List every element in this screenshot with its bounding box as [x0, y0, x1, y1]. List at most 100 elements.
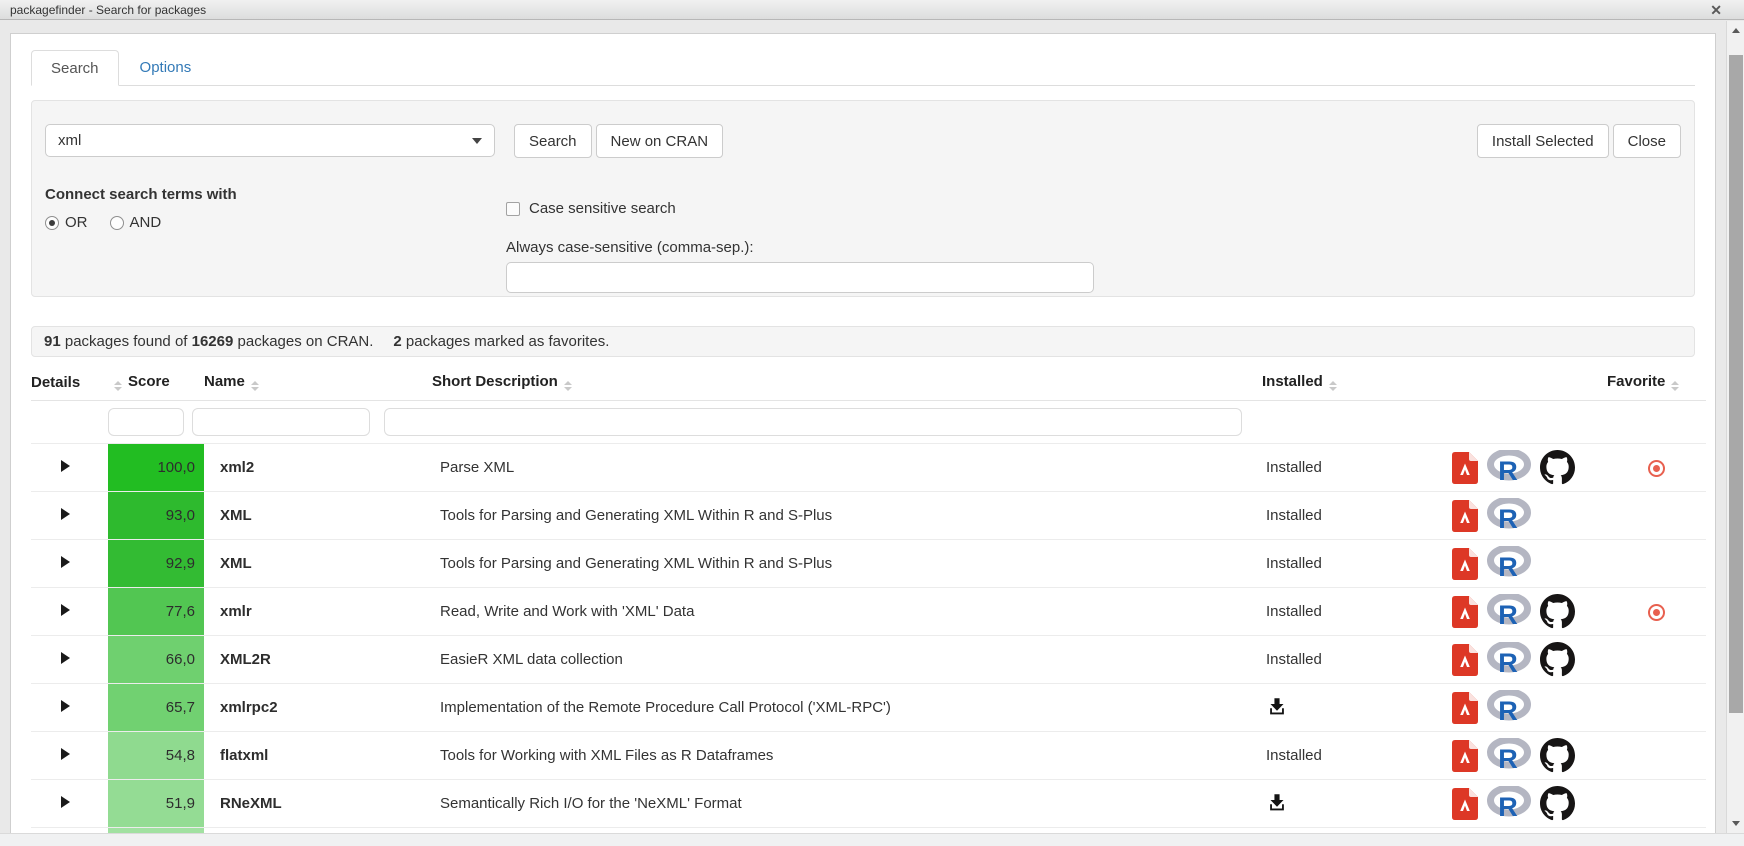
tab-search[interactable]: Search — [31, 50, 119, 86]
column-header-details[interactable]: Details — [31, 362, 108, 401]
search-button[interactable]: Search — [514, 124, 592, 158]
expand-details-icon[interactable] — [61, 508, 70, 520]
svg-text:R: R — [1498, 792, 1518, 821]
r-project-icon[interactable]: R — [1487, 642, 1531, 677]
packagefinder-panel: Search Options xml Search New on CRAN In… — [10, 33, 1716, 833]
sort-icon[interactable] — [114, 381, 122, 391]
column-header-icons — [1452, 362, 1607, 401]
score-value: 92,9 — [166, 555, 195, 572]
installed-status: Installed — [1266, 603, 1322, 620]
radio-or[interactable] — [45, 216, 59, 230]
github-icon[interactable] — [1540, 594, 1575, 629]
name-filter-input[interactable] — [192, 408, 370, 436]
expand-details-icon[interactable] — [61, 796, 70, 808]
pdf-manual-icon[interactable] — [1452, 452, 1478, 484]
package-name: XML — [204, 492, 432, 540]
favorite-marker[interactable] — [1648, 604, 1665, 621]
scroll-up-button[interactable] — [1727, 22, 1744, 39]
column-header-favorite[interactable]: Favorite — [1607, 362, 1706, 401]
github-icon[interactable] — [1540, 642, 1575, 677]
radio-and[interactable] — [110, 216, 124, 230]
package-row: 93,0 XML Tools for Parsing and Generatin… — [31, 492, 1706, 540]
pdf-manual-icon[interactable] — [1452, 692, 1478, 724]
score-value: 65,7 — [166, 699, 195, 716]
browser-viewport: Search Options xml Search New on CRAN In… — [0, 21, 1726, 833]
new-on-cran-button[interactable]: New on CRAN — [596, 124, 724, 158]
search-term-value: xml — [58, 132, 81, 149]
always-case-input[interactable] — [506, 262, 1094, 293]
pdf-manual-icon[interactable] — [1452, 548, 1478, 580]
package-description: Semantically Rich I/O for the 'NeXML' Fo… — [432, 780, 1262, 828]
column-header-name[interactable]: Name — [204, 362, 432, 401]
radio-or-label: OR — [65, 214, 88, 231]
close-icon[interactable]: ✕ — [1710, 3, 1722, 17]
close-button[interactable]: Close — [1613, 124, 1681, 158]
package-description: Implementation of the Remote Procedure C… — [432, 684, 1262, 732]
package-row: 77,6 xmlr Read, Write and Work with 'XML… — [31, 588, 1706, 636]
installed-status: Installed — [1266, 747, 1322, 764]
sort-icon[interactable] — [251, 381, 259, 391]
expand-details-icon[interactable] — [61, 700, 70, 712]
r-project-icon[interactable]: R — [1487, 594, 1531, 629]
case-sensitive-label: Case sensitive search — [529, 200, 676, 217]
score-value: 54,8 — [166, 747, 195, 764]
r-project-icon[interactable]: R — [1487, 690, 1531, 725]
vertical-scrollbar[interactable] — [1726, 21, 1744, 833]
github-icon[interactable] — [1540, 738, 1575, 773]
vertical-scrollbar-thumb[interactable] — [1729, 55, 1743, 713]
r-project-icon[interactable]: R — [1487, 546, 1531, 581]
package-description: Tools for Parsing and Generating XML Wit… — [432, 540, 1262, 588]
window-titlebar: packagefinder - Search for packages ✕ — [0, 0, 1744, 20]
expand-details-icon[interactable] — [61, 652, 70, 664]
package-name: xml2 — [204, 444, 432, 492]
pdf-manual-icon[interactable] — [1452, 644, 1478, 676]
chevron-down-icon — [472, 138, 482, 144]
result-status-bar: 91 packages found of 16269 packages on C… — [31, 326, 1695, 357]
pdf-manual-icon[interactable] — [1452, 500, 1478, 532]
expand-details-icon[interactable] — [61, 748, 70, 760]
pdf-manual-icon[interactable] — [1452, 740, 1478, 772]
window-title: packagefinder - Search for packages — [10, 3, 206, 17]
r-project-icon[interactable]: R — [1487, 786, 1531, 821]
pdf-manual-icon[interactable] — [1452, 596, 1478, 628]
column-header-installed[interactable]: Installed — [1262, 362, 1452, 401]
installed-status: Installed — [1266, 651, 1322, 668]
favorite-marker[interactable] — [1648, 460, 1665, 477]
score-badge: 100,0 — [108, 444, 204, 491]
sort-icon[interactable] — [1671, 381, 1679, 391]
case-sensitivity-group: Case sensitive search Always case-sensit… — [506, 200, 1106, 293]
r-project-icon[interactable]: R — [1487, 738, 1531, 773]
package-name: XML — [204, 540, 432, 588]
column-header-score[interactable]: Score — [108, 362, 204, 401]
package-description: Read, Write and Work with 'XML' Data — [432, 588, 1262, 636]
score-badge: 92,9 — [108, 540, 204, 587]
github-icon[interactable] — [1540, 450, 1575, 485]
r-project-icon[interactable]: R — [1487, 450, 1531, 485]
sort-icon[interactable] — [1329, 381, 1337, 391]
horizontal-scrollbar-track[interactable] — [0, 833, 1744, 846]
score-value: 100,0 — [157, 459, 195, 476]
package-row: 100,0 xml2 Parse XML Installed R — [31, 444, 1706, 492]
expand-details-icon[interactable] — [61, 556, 70, 568]
r-project-icon[interactable]: R — [1487, 498, 1531, 533]
svg-text:R: R — [1498, 504, 1518, 533]
github-icon[interactable] — [1540, 786, 1575, 821]
package-name: xmlr — [204, 588, 432, 636]
case-sensitive-checkbox[interactable] — [506, 202, 520, 216]
score-filter-input[interactable] — [108, 408, 184, 436]
package-name: flatxml — [204, 732, 432, 780]
svg-text:R: R — [1498, 744, 1518, 773]
column-header-short-description[interactable]: Short Description — [432, 362, 1262, 401]
pdf-manual-icon[interactable] — [1452, 788, 1478, 820]
expand-details-icon[interactable] — [61, 604, 70, 616]
install-selected-button[interactable]: Install Selected — [1477, 124, 1609, 158]
search-term-combobox[interactable]: xml — [45, 124, 495, 157]
expand-details-icon[interactable] — [61, 460, 70, 472]
installed-status: Installed — [1266, 555, 1322, 572]
found-count: 91 — [44, 333, 61, 350]
tab-options[interactable]: Options — [121, 50, 211, 85]
sort-icon[interactable] — [564, 381, 572, 391]
scroll-down-button[interactable] — [1727, 815, 1744, 832]
results-table-body: 100,0 xml2 Parse XML Installed R — [31, 444, 1706, 834]
description-filter-input[interactable] — [384, 408, 1242, 436]
